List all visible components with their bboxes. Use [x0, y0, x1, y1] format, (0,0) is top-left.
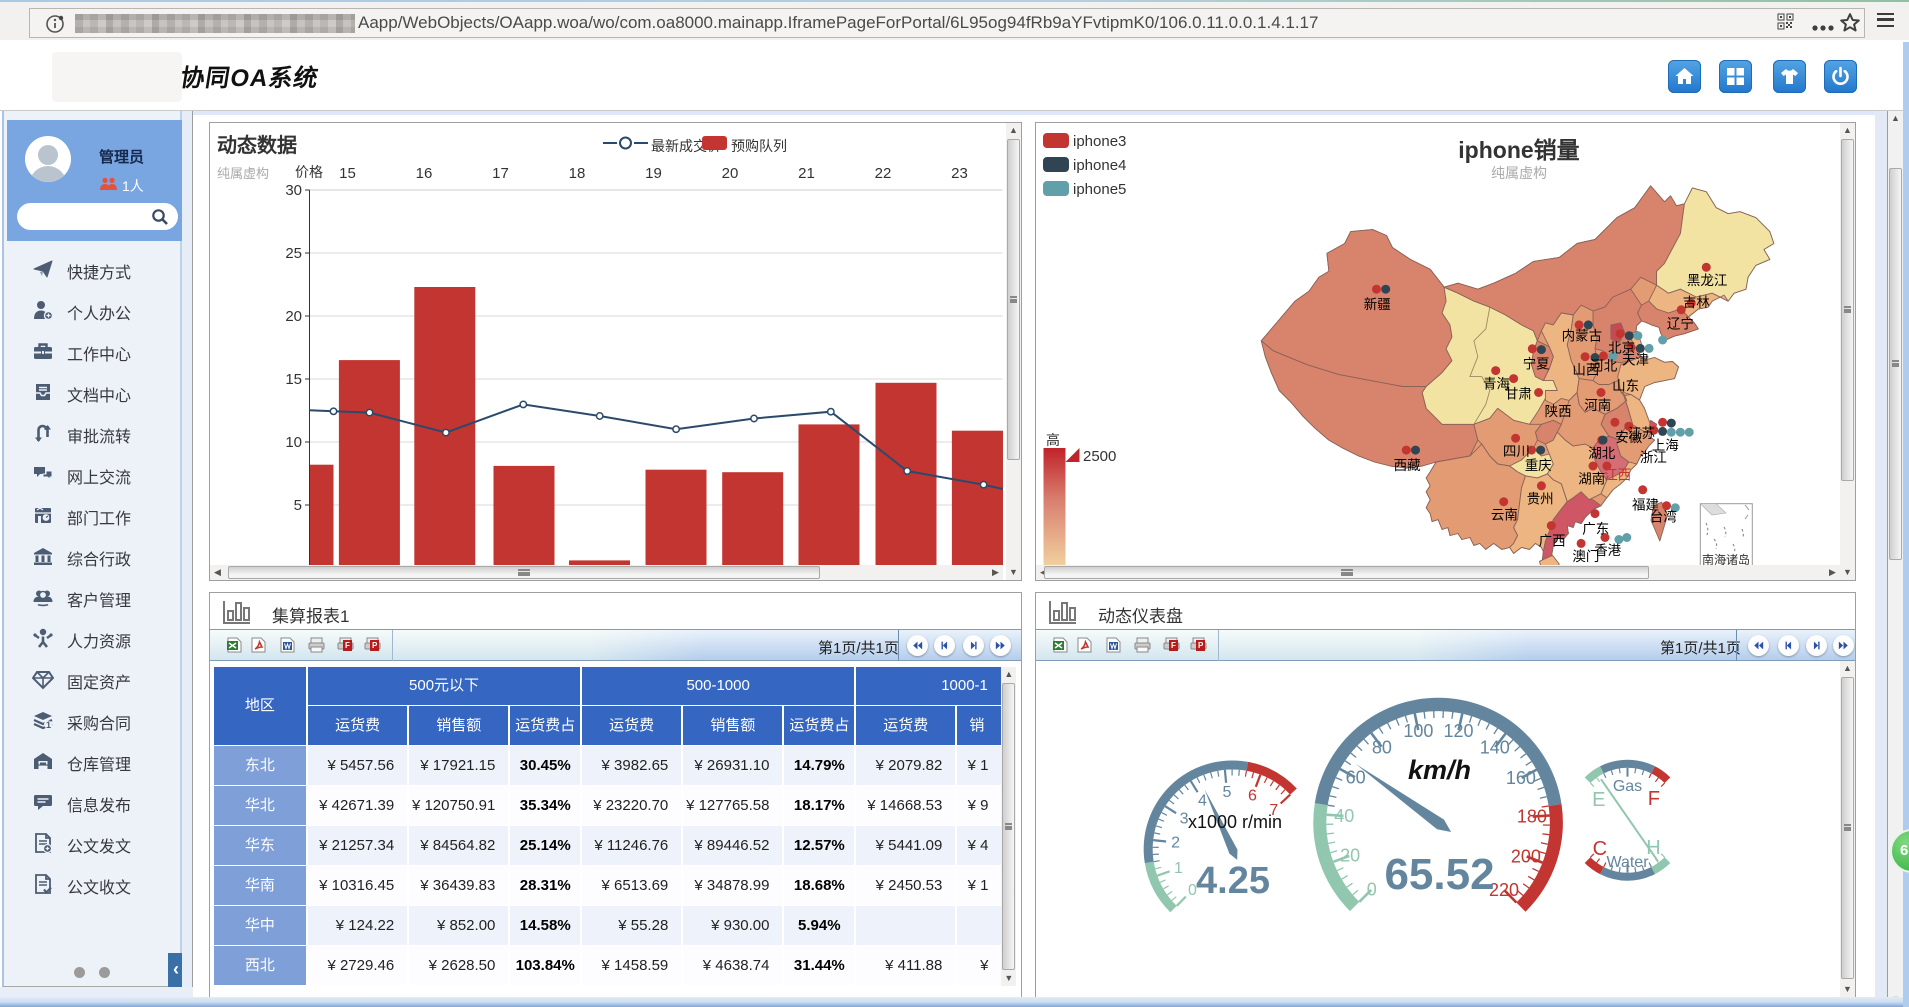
- svg-text:南海诸岛: 南海诸岛: [1702, 552, 1750, 565]
- svg-text:20: 20: [722, 165, 739, 182]
- svg-text:20: 20: [285, 308, 302, 325]
- svg-text:180: 180: [1517, 807, 1547, 827]
- svg-text:22: 22: [875, 165, 892, 182]
- svg-text:云南: 云南: [1491, 507, 1518, 522]
- svg-text:21: 21: [798, 165, 815, 182]
- svg-text:16: 16: [416, 165, 433, 182]
- svg-text:17: 17: [492, 165, 509, 182]
- svg-text:辽宁: 辽宁: [1667, 316, 1694, 332]
- svg-text:山东: 山东: [1612, 378, 1639, 393]
- svg-text:23: 23: [951, 165, 968, 182]
- svg-text:高: 高: [1046, 432, 1060, 448]
- svg-text:19: 19: [645, 165, 662, 182]
- svg-text:40: 40: [1334, 806, 1354, 826]
- svg-text:2500: 2500: [1083, 448, 1116, 465]
- svg-text:15: 15: [285, 371, 302, 388]
- svg-text:1: 1: [1174, 860, 1183, 877]
- svg-text:甘肃: 甘肃: [1505, 386, 1532, 401]
- svg-text:吉林: 吉林: [1683, 295, 1710, 310]
- svg-text:6: 6: [1248, 788, 1257, 805]
- svg-text:台湾: 台湾: [1650, 508, 1677, 524]
- svg-text:黑龙江: 黑龙江: [1687, 273, 1728, 288]
- svg-text:E: E: [1592, 789, 1605, 811]
- svg-text:F: F: [1171, 641, 1176, 650]
- svg-text:新疆: 新疆: [1364, 297, 1391, 312]
- svg-text:湖南: 湖南: [1578, 472, 1605, 487]
- svg-text:西藏: 西藏: [1394, 458, 1422, 473]
- svg-text:内蒙古: 内蒙古: [1562, 329, 1603, 344]
- svg-text:浙江: 浙江: [1640, 450, 1667, 465]
- svg-text:60: 60: [1346, 768, 1366, 788]
- svg-text:200: 200: [1511, 846, 1541, 866]
- svg-text:Water: Water: [1606, 854, 1649, 871]
- svg-text:km/h: km/h: [1408, 755, 1471, 785]
- svg-text:广西: 广西: [1539, 533, 1566, 548]
- svg-text:4: 4: [1198, 792, 1207, 809]
- svg-text:陕西: 陕西: [1545, 404, 1572, 419]
- svg-text:0: 0: [1367, 879, 1377, 899]
- svg-text:四川: 四川: [1503, 444, 1530, 459]
- svg-text:C: C: [1593, 838, 1607, 860]
- svg-text:重庆: 重庆: [1525, 458, 1552, 473]
- svg-text:宁夏: 宁夏: [1523, 356, 1551, 372]
- svg-text:贵州: 贵州: [1527, 492, 1554, 507]
- svg-text:65.52: 65.52: [1384, 850, 1494, 899]
- svg-text:15: 15: [339, 165, 356, 182]
- svg-text:澳门: 澳门: [1572, 549, 1599, 564]
- svg-text:Gas: Gas: [1613, 778, 1642, 795]
- svg-text:140: 140: [1480, 738, 1510, 758]
- svg-text:2: 2: [1171, 835, 1180, 852]
- svg-text:天津: 天津: [1622, 353, 1649, 368]
- svg-text:河北: 河北: [1590, 359, 1617, 374]
- svg-text:100: 100: [1403, 721, 1433, 741]
- svg-text:河南: 河南: [1584, 398, 1611, 413]
- svg-text:18: 18: [569, 165, 586, 182]
- svg-text:10: 10: [285, 434, 302, 451]
- svg-text:20: 20: [1340, 846, 1360, 866]
- svg-text:F: F: [345, 641, 350, 650]
- svg-text:F: F: [1648, 788, 1660, 810]
- svg-text:x1000 r/min: x1000 r/min: [1188, 812, 1282, 832]
- svg-text:5: 5: [294, 497, 302, 514]
- svg-text:湖北: 湖北: [1588, 446, 1615, 461]
- svg-text:5: 5: [1222, 784, 1231, 801]
- svg-text:江西: 江西: [1604, 468, 1631, 483]
- svg-text:30: 30: [285, 182, 302, 199]
- svg-text:120: 120: [1443, 721, 1473, 741]
- svg-text:160: 160: [1506, 768, 1536, 788]
- svg-text:25: 25: [285, 245, 302, 262]
- svg-text:P: P: [1198, 641, 1204, 650]
- svg-text:1: 1: [46, 720, 51, 730]
- svg-text:广东: 广东: [1582, 521, 1609, 536]
- svg-text:80: 80: [1372, 737, 1392, 757]
- svg-text:4.25: 4.25: [1196, 860, 1270, 902]
- svg-text:P: P: [372, 641, 378, 650]
